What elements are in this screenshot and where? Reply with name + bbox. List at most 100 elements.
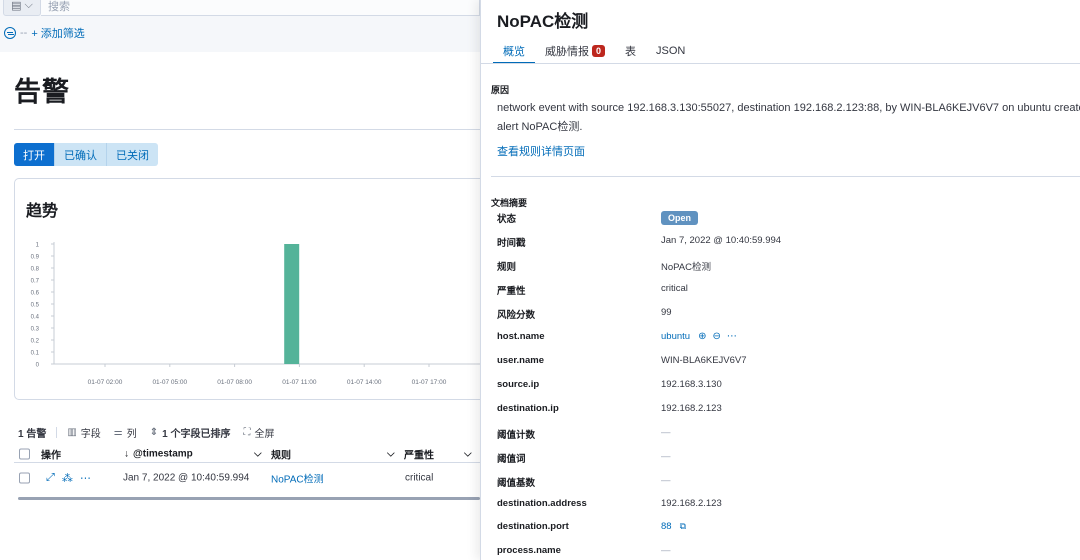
header-actions: 操作 [41, 450, 61, 461]
page-title: 告警 [14, 77, 70, 107]
rule-details-link[interactable]: 查看规则详情页面 [497, 143, 585, 159]
header-rule[interactable]: 规则 [271, 446, 291, 461]
horizontal-scrollbar[interactable] [18, 497, 480, 500]
trend-chart: 0 0.1 0.2 0.3 0.4 0.5 0.6 0.7 0.8 0.9 1 01-07 02:00… [31, 242, 480, 386]
rule-link[interactable]: NoPAC检测 [661, 259, 711, 273]
columns-button[interactable]: ⚌ 列 [114, 425, 137, 440]
sort-button[interactable]: ⇕ 1 个字段已排序 [150, 425, 231, 440]
host-name-link[interactable]: ubuntu [661, 331, 690, 342]
field-value: WIN-BLA6KEJV6V7 [661, 355, 747, 366]
row-rule-link[interactable]: NoPAC检测 [271, 471, 324, 486]
field-row-rule: 规则 NoPAC检测 [497, 259, 1080, 275]
tab-overview[interactable]: 概览 [493, 38, 535, 64]
tab-threat-intel[interactable]: 威胁情报 0 [535, 38, 615, 64]
field-row-threshold-cardinality: 阈值基数 — [497, 475, 1080, 491]
field-value: 88 ⧉ [661, 521, 686, 532]
flyout-title: NoPAC检测 [497, 12, 589, 31]
field-key: destination.ip [497, 403, 559, 414]
status-badge[interactable]: Open [661, 211, 699, 225]
row-checkbox[interactable] [19, 472, 30, 484]
tab-overview-label: 概览 [503, 46, 525, 58]
field-key: 阈值基数 [497, 478, 536, 489]
field-value: 192.168.2.123 [661, 498, 722, 509]
source-ip-link[interactable]: 192.168.3.130 [661, 379, 722, 390]
divider-dash: -- [20, 27, 28, 39]
field-key: 时间戳 [497, 238, 526, 249]
header-severity-menu[interactable]: ⌵ [387, 448, 395, 459]
field-row-destination-address: destination.address 192.168.2.123 [497, 498, 1080, 514]
header-timestamp-label: @timestamp [133, 448, 193, 459]
field-row-severity: 严重性 critical [497, 283, 1080, 299]
field-key: user.name [497, 355, 544, 366]
destination-port-link[interactable]: 88 [661, 521, 672, 532]
divider [56, 427, 58, 438]
expand-icon[interactable]: ⤢ [46, 472, 55, 485]
fullscreen-button[interactable]: ⛶ 全屏 [244, 425, 275, 440]
field-row-source-ip: source.ip 192.168.3.130 [497, 379, 1080, 395]
filter-in-icon[interactable]: ⊕ [698, 331, 706, 342]
row-checkbox-cell [19, 472, 30, 484]
field-row-user-name: user.name WIN-BLA6KEJV6V7 [497, 355, 1080, 371]
header-next-menu[interactable]: ⌵ [464, 448, 472, 459]
status-open-button[interactable]: 打开 [14, 143, 55, 166]
y-tick-label: 0.7 [31, 279, 40, 285]
divider [481, 63, 1080, 64]
status-closed-button[interactable]: 已关闭 [107, 143, 158, 166]
more-actions-icon[interactable]: ⋯ [727, 331, 737, 342]
field-row-timestamp: 时间戳 Jan 7, 2022 @ 10:40:59.994 [497, 235, 1080, 251]
filter-out-icon[interactable]: ⊖ [712, 331, 720, 342]
header-rule-menu[interactable]: ⌵ [254, 448, 262, 459]
tab-json[interactable]: JSON [646, 38, 695, 64]
select-all-checkbox-cell [19, 448, 30, 459]
field-key: host.name [497, 331, 545, 342]
alerts-page: ▤ ⌵ 搜索 -- + 添加筛选 告警 打开 已确认 已关闭 趋势 0 0.1 0.… [0, 0, 480, 560]
sort-down-icon: ↓ [124, 448, 129, 459]
fullscreen-label: 全屏 [254, 429, 275, 440]
field-value: critical [661, 283, 688, 294]
field-row-destination-port: destination.port 88 ⧉ [497, 521, 1080, 537]
add-filter-link[interactable]: + 添加筛选 [31, 25, 84, 41]
field-row-threshold-count: 阈值计数 — [497, 427, 1080, 443]
search-input[interactable] [41, 0, 480, 16]
fields-button[interactable]: ▥ 字段 [67, 425, 100, 440]
x-tick-label: 01-07 14:00 [347, 379, 382, 386]
header-severity[interactable]: 严重性 [404, 446, 434, 461]
status-filter-group: 打开 已确认 已关闭 [14, 143, 158, 166]
chevron-down-icon: ⌵ [254, 448, 262, 459]
filter-icon[interactable] [4, 27, 16, 39]
sort-label: 1 个字段已排序 [162, 429, 231, 440]
field-key: 规则 [497, 262, 517, 273]
field-value: 99 [661, 307, 672, 318]
y-tick-label: 0.9 [31, 255, 40, 261]
external-link-icon[interactable]: ⧉ [680, 521, 686, 532]
analyze-graph-icon[interactable]: ⁂ [62, 472, 73, 485]
count-badge: 0 [592, 45, 606, 57]
field-row-destination-ip: destination.ip 192.168.2.123 [497, 403, 1080, 419]
y-tick-label: 0.4 [31, 315, 40, 321]
header-timestamp[interactable]: ↓ @timestamp [124, 448, 193, 459]
y-tick-label: 0.6 [31, 291, 40, 297]
field-row-process-name: process.name — [497, 545, 1080, 560]
field-row-risk-score: 风险分数 99 [497, 307, 1080, 323]
fields-icon: ▥ [67, 427, 77, 438]
x-tick-label: 01-07 17:00 [412, 379, 447, 386]
app-root: ▤ ⌵ 搜索 -- + 添加筛选 告警 打开 已确认 已关闭 趋势 0 0.1 0.… [0, 0, 1080, 560]
tab-table[interactable]: 表 [615, 38, 646, 64]
table-row: ⤢ ⁂ ⋯ Jan 7, 2022 @ 10:40:59.994 NoPAC检测… [14, 465, 480, 491]
field-key: 阈值计数 [497, 430, 536, 441]
field-value: — [661, 451, 671, 462]
flyout-tabs: 概览 威胁情报 0 表 JSON [493, 38, 695, 64]
field-actions: ⊕ ⊖ ⋯ [698, 331, 737, 342]
row-timestamp: Jan 7, 2022 @ 10:40:59.994 [123, 472, 250, 484]
y-tick-label: 0 [36, 363, 40, 369]
grid-header: 操作 ↓ @timestamp ⌵ 规则 ⌵ 严重性 ⌵ [14, 445, 480, 463]
more-actions-icon[interactable]: ⋯ [80, 472, 91, 485]
x-tick-label: 01-07 11:00 [282, 379, 317, 386]
fields-label: 字段 [80, 429, 101, 440]
select-all-checkbox[interactable] [19, 448, 30, 459]
status-acknowledged-button[interactable]: 已确认 [55, 143, 107, 166]
reason-header: 原因 [491, 85, 510, 95]
field-key: 阈值词 [497, 454, 526, 465]
query-language-button[interactable]: ▤ ⌵ [3, 0, 41, 16]
destination-ip-link[interactable]: 192.168.2.123 [661, 403, 722, 414]
